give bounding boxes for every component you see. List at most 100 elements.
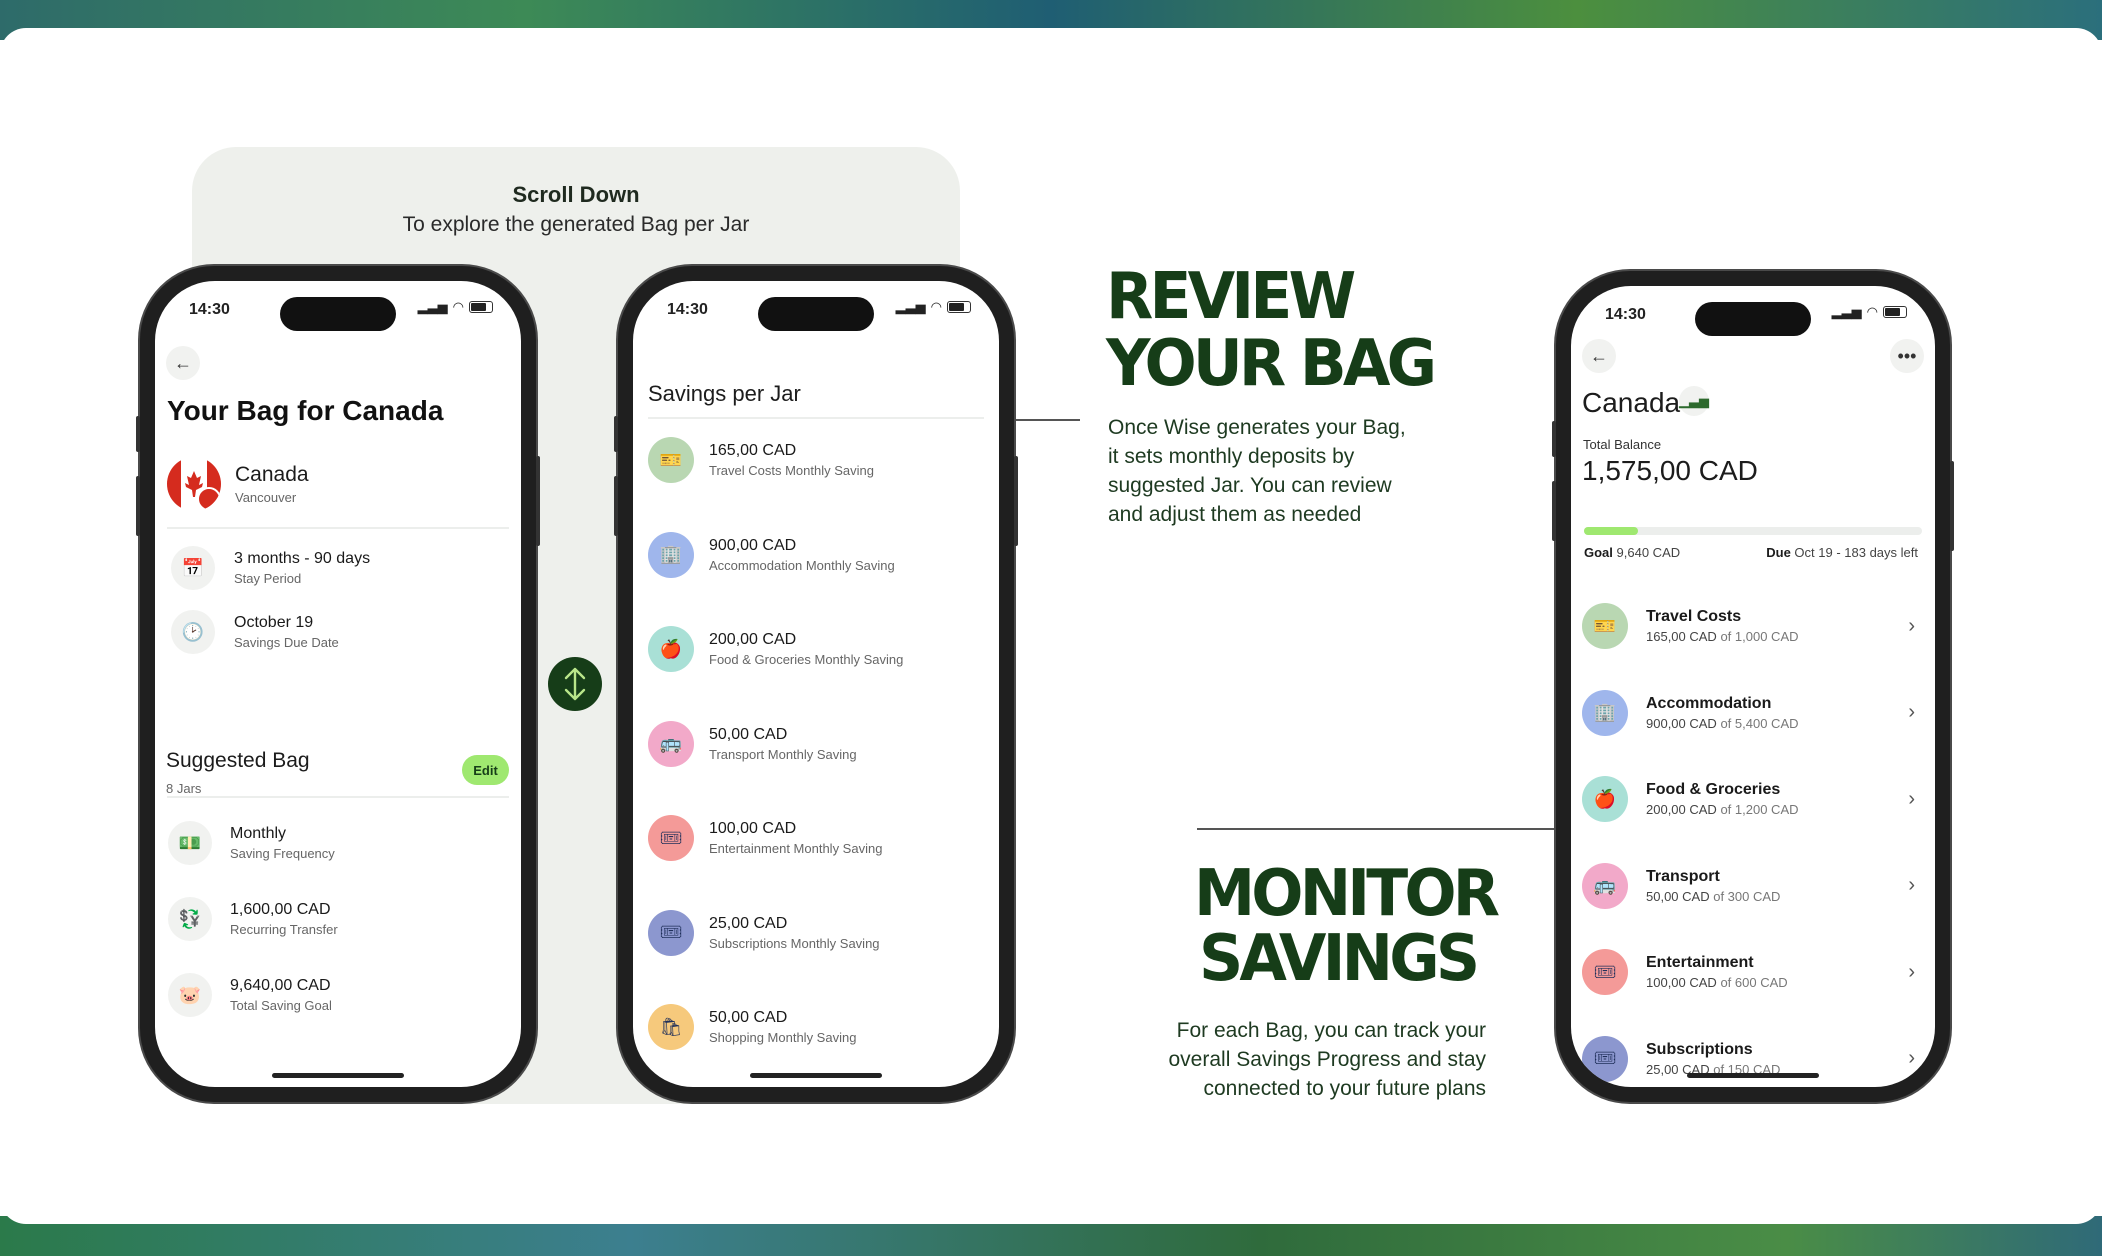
battery-icon — [947, 301, 971, 313]
jar-progress-row[interactable]: 🏢 Accommodation 900,00 CAD of 5,400 CAD › — [1582, 689, 1935, 736]
bag-title: Canada — [1582, 387, 1681, 418]
jar-description: Food & Groceries Monthly Saving — [709, 652, 904, 667]
stay-period-label: Stay Period — [234, 571, 302, 586]
bus-icon: 🚌 — [648, 720, 694, 767]
jar-target: of 600 CAD — [1720, 975, 1788, 990]
jar-icon: 🍎 — [1582, 776, 1628, 822]
calendar-icon: 📅 — [171, 546, 215, 590]
saving-goal-row: 🐷 9,640,00 CAD Total Saving Goal — [168, 973, 521, 1017]
jar-name: Travel Costs — [1646, 608, 1742, 625]
jar-row[interactable]: 🎟 100,00 CAD Entertainment Monthly Saving — [648, 815, 999, 861]
country-name: Canada — [235, 463, 309, 486]
jar-description: Transport Monthly Saving — [709, 746, 857, 762]
recurring-transfer-row: 💱 1,600,00 CAD Recurring Transfer — [168, 897, 521, 941]
arrow-left-icon: ← — [1590, 345, 1608, 366]
jar-name: Accommodation — [1646, 694, 1772, 712]
city-name: Vancouver — [235, 490, 297, 505]
signal-icon: ▂▃▅ — [1831, 304, 1862, 319]
jar-icon: 🚌 — [1582, 862, 1628, 909]
jar-progress-row[interactable]: 🎫 Travel Costs 165,00 CAD of 1,000 CAD › — [1582, 603, 1935, 649]
due-text: Due Oct 19 - 183 days left — [1766, 545, 1918, 560]
savings-progress-bar — [1584, 527, 1922, 535]
jar-description: Shopping Monthly Saving — [709, 1030, 857, 1045]
wifi-icon: ◠ — [452, 299, 464, 314]
jar-row[interactable]: 🍎 200,00 CAD Food & Groceries Monthly Savi… — [648, 626, 999, 672]
jar-progress-row[interactable]: 🍎 Food & Groceries 200,00 CAD of 1,200 CAD… — [1582, 776, 1935, 822]
frequency-value: Monthly — [230, 825, 287, 842]
due-value: Oct 19 - 183 days left — [1794, 545, 1918, 560]
back-button[interactable]: ← — [1582, 339, 1616, 373]
subscription-icon: 🎟 — [648, 909, 694, 956]
phone3-screen: 14:30 ▂▃▅ ◠ ← ••• Canada ▁▃▅ Total Balan… — [1571, 286, 1935, 1087]
total-balance-label: Total Balance — [1583, 437, 1662, 452]
divider — [167, 527, 509, 529]
jar-row[interactable]: 🎫 165,00 CAD Travel Costs Monthly Saving — [648, 437, 999, 483]
frequency-label: Saving Frequency — [230, 846, 335, 861]
jar-description: Subscriptions Monthly Saving — [709, 935, 880, 951]
jar-progress-row[interactable]: 🎟 Entertainment 100,00 CAD of 600 CAD › — [1582, 949, 1935, 995]
dynamic-island — [1695, 302, 1811, 336]
ticket-icon: 🎫 — [648, 437, 694, 483]
dynamic-island — [758, 297, 874, 331]
goal-value: 9,640 CAD — [1616, 545, 1681, 560]
chevron-right-icon: › — [1908, 960, 1915, 983]
due-date-row: 🕑 October 19 Savings Due Date — [171, 610, 521, 654]
jar-name: Subscriptions — [1646, 1040, 1753, 1058]
recurring-transfer-value: 1,600,00 CAD — [230, 901, 331, 918]
suggested-bag-title: Suggested Bag — [166, 749, 310, 772]
chevron-right-icon: › — [1908, 787, 1915, 810]
jar-saved: 200,00 CAD — [1646, 802, 1717, 817]
saving-goal-value: 9,640,00 CAD — [230, 977, 331, 994]
jar-row[interactable]: 🏢 900,00 CAD Accommodation Monthly Saving — [648, 531, 999, 578]
jar-icon: 🎟 — [1582, 949, 1628, 995]
home-indicator — [272, 1073, 404, 1078]
review-body: Once Wise generates your Bag, it sets mo… — [1108, 416, 1406, 526]
phone-canada-jars: 14:30 ▂▃▅ ◠ ← ••• Canada ▁▃▅ Total Balan… — [1552, 271, 1954, 1102]
shopping-bag-icon: 🛍 — [648, 1004, 694, 1050]
jar-icon: 🏢 — [1582, 689, 1628, 736]
saving-goal-label: Total Saving Goal — [230, 998, 332, 1013]
jar-description: Accommodation Monthly Saving — [709, 557, 895, 573]
connector-line-review — [1016, 419, 1080, 421]
jar-amount: 50,00 CAD — [709, 1009, 788, 1026]
jar-saved: 900,00 CAD — [1646, 715, 1717, 731]
scroll-arrow-button[interactable] — [548, 657, 602, 711]
wifi-icon: ◠ — [930, 299, 942, 314]
savings-per-jar-title: Savings per Jar — [648, 381, 801, 406]
recurring-transfer-label: Recurring Transfer — [230, 922, 338, 937]
jar-row[interactable]: 🛍 50,00 CAD Shopping Monthly Saving — [648, 1004, 999, 1050]
status-icons: ▂▃▅ ◠ — [1832, 304, 1907, 320]
stay-period-row: 📅 3 months - 90 days Stay Period — [171, 546, 521, 590]
jar-amount: 165,00 CAD — [709, 442, 797, 459]
divider — [648, 417, 984, 419]
status-time: 14:30 — [189, 301, 230, 318]
jar-icon: 🎫 — [1582, 603, 1628, 649]
jar-row[interactable]: 🎟 25,00 CAD Subscriptions Monthly Saving — [648, 909, 999, 956]
edit-button[interactable]: Edit — [462, 755, 509, 785]
signal-icon: ▂▃▅ — [417, 299, 448, 314]
dynamic-island — [280, 297, 396, 331]
building-icon: 🏢 — [648, 531, 694, 578]
total-balance-value: 1,575,00 CAD — [1582, 455, 1758, 486]
suggested-bag-count: 8 Jars — [166, 781, 202, 796]
review-heading-line1: REVIEW — [1106, 260, 1356, 334]
back-button[interactable]: ← — [166, 346, 200, 380]
ticket-stub-icon: 🎟 — [648, 815, 694, 861]
jar-target: of 5,400 CAD — [1720, 715, 1799, 731]
signal-icon: ▂▃▅ — [895, 299, 926, 314]
jar-target: of 1,000 CAD — [1720, 629, 1799, 644]
jar-progress-row[interactable]: 🚌 Transport 50,00 CAD of 300 CAD › — [1582, 862, 1935, 909]
apple-icon: 🍎 — [648, 626, 694, 672]
stats-button[interactable]: ▁▃▅ — [1679, 386, 1709, 416]
country-row: Canada Vancouver — [167, 457, 521, 511]
jar-amount: 50,00 CAD — [709, 725, 788, 743]
divider — [167, 796, 509, 798]
chevron-right-icon: › — [1908, 1047, 1915, 1069]
bar-chart-icon: ▁▃▅ — [1679, 393, 1709, 408]
more-options-button[interactable]: ••• — [1890, 339, 1924, 373]
jar-row[interactable]: 🚌 50,00 CAD Transport Monthly Saving — [648, 720, 999, 767]
status-time: 14:30 — [667, 301, 708, 318]
clock-icon: 🕑 — [171, 610, 215, 654]
mini-flag-badge — [197, 487, 221, 511]
page-title: Your Bag for Canada — [167, 395, 444, 426]
